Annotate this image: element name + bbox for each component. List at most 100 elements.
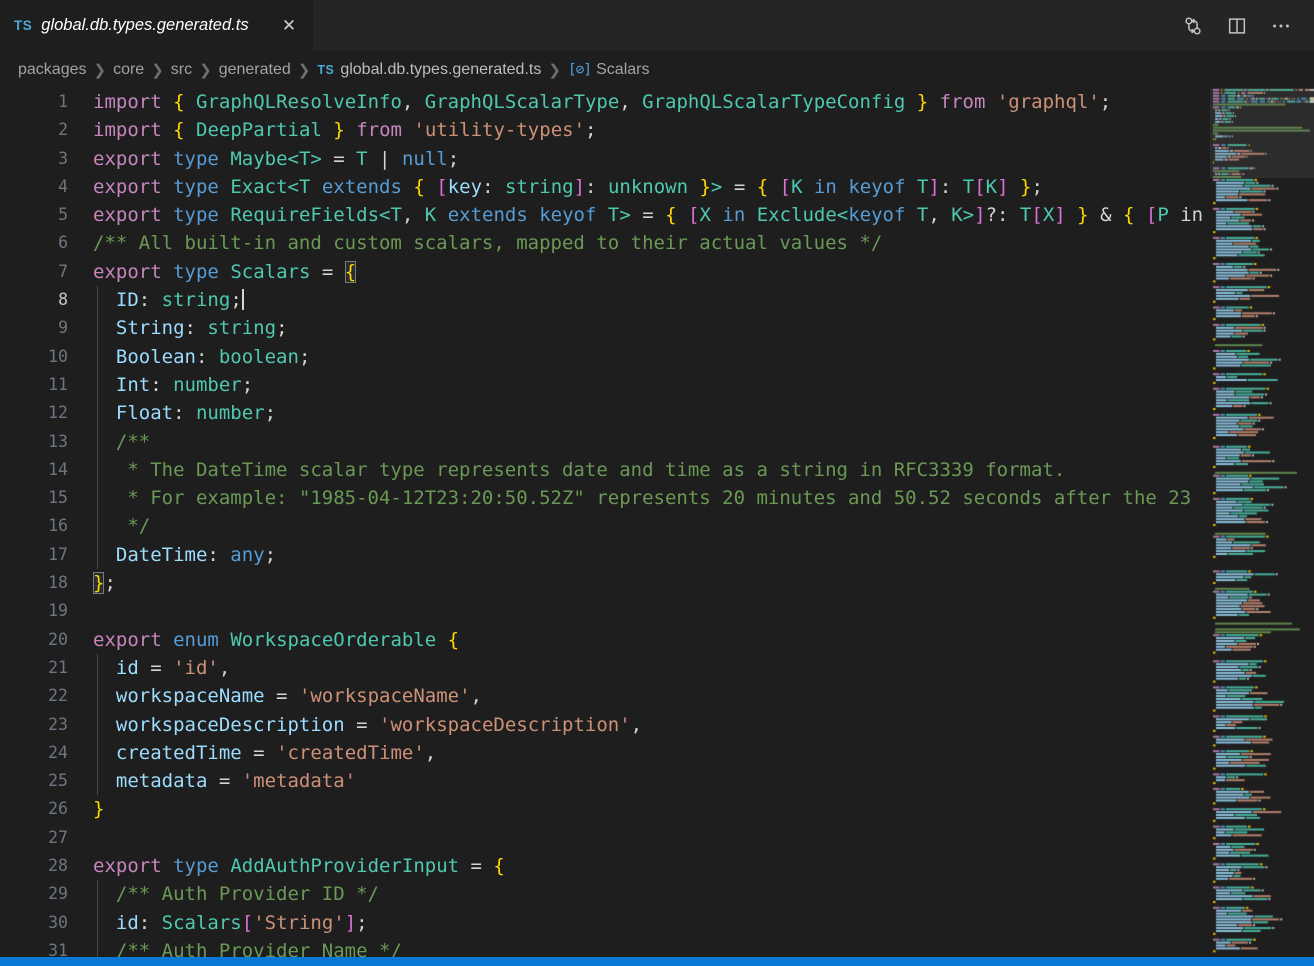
line-number[interactable]: 18 [0,569,68,597]
indent-guide [97,399,98,427]
line-number[interactable]: 4 [0,173,68,201]
line-number[interactable]: 14 [0,456,68,484]
close-icon[interactable]: ✕ [277,14,301,38]
code-text: DateTime: any; [68,541,1210,569]
code-text: export type Exact<T extends { [key: stri… [68,173,1210,201]
line-number[interactable]: 25 [0,767,68,795]
code-line[interactable]: 12 Float: number; [0,399,1210,427]
minimap-slider[interactable] [1210,88,1314,178]
code-text: export type AddAuthProviderInput = { [68,852,1210,880]
line-number[interactable]: 23 [0,711,68,739]
line-number[interactable]: 9 [0,314,68,342]
breadcrumb-label: packages [18,61,87,79]
breadcrumb-item-global-db-types-generated-ts[interactable]: TSglobal.db.types.generated.ts [317,61,541,79]
code-line[interactable]: 2import { DeepPartial } from 'utility-ty… [0,116,1210,144]
code-line[interactable]: 4export type Exact<T extends { [key: str… [0,173,1210,201]
code-line[interactable]: 19 [0,597,1210,625]
more-actions-icon[interactable] [1264,9,1298,43]
line-number[interactable]: 20 [0,626,68,654]
breadcrumb-item-generated[interactable]: generated [219,61,291,79]
typescript-file-icon: TS [14,18,32,33]
line-number[interactable]: 29 [0,880,68,908]
indent-guide [97,371,98,399]
code-text: /** Auth Provider ID */ [68,880,1210,908]
breadcrumb-item-scalars[interactable]: [⊘]Scalars [568,61,650,79]
split-editor-icon[interactable] [1220,9,1254,43]
code-line[interactable]: 15 * For example: "1985-04-12T23:20:50.5… [0,484,1210,512]
line-number[interactable]: 8 [0,286,68,314]
line-number[interactable]: 21 [0,654,68,682]
code-line[interactable]: 28export type AddAuthProviderInput = { [0,852,1210,880]
compare-changes-icon[interactable] [1176,9,1210,43]
line-number[interactable]: 16 [0,512,68,540]
line-number[interactable]: 27 [0,824,68,852]
code-line[interactable]: 17 DateTime: any; [0,541,1210,569]
code-line[interactable]: 10 Boolean: boolean; [0,343,1210,371]
indent-guide [97,739,98,767]
breadcrumb-item-src[interactable]: src [171,61,192,79]
line-number[interactable]: 7 [0,258,68,286]
chevron-right-icon: ❯ [291,61,318,79]
code-text [68,597,1210,625]
code-line[interactable]: 22 workspaceName = 'workspaceName', [0,682,1210,710]
line-number[interactable]: 19 [0,597,68,625]
code-text: /** [68,428,1210,456]
code-line[interactable]: 18}; [0,569,1210,597]
breadcrumb-item-packages[interactable]: packages [18,61,87,79]
code-line[interactable]: 20export enum WorkspaceOrderable { [0,626,1210,654]
code-line[interactable]: 9 String: string; [0,314,1210,342]
indent-guide [97,428,98,456]
code-line[interactable]: 11 Int: number; [0,371,1210,399]
code-line[interactable]: 27 [0,824,1210,852]
line-number[interactable]: 28 [0,852,68,880]
code-line[interactable]: 21 id = 'id', [0,654,1210,682]
code-line[interactable]: 14 * The DateTime scalar type represents… [0,456,1210,484]
breadcrumb-label: global.db.types.generated.ts [340,61,541,79]
line-number[interactable]: 6 [0,229,68,257]
code-text: * The DateTime scalar type represents da… [68,456,1210,484]
code-line[interactable]: 29 /** Auth Provider ID */ [0,880,1210,908]
code-line[interactable]: 16 */ [0,512,1210,540]
code-line[interactable]: 1import { GraphQLResolveInfo, GraphQLSca… [0,88,1210,116]
code-line[interactable]: 23 workspaceDescription = 'workspaceDesc… [0,711,1210,739]
indent-guide [97,711,98,739]
breadcrumb-item-core[interactable]: core [113,61,144,79]
indent-guide [97,456,98,484]
code-text: export type RequireFields<T, K extends k… [68,201,1210,229]
code-text: export enum WorkspaceOrderable { [68,626,1210,654]
tab-global-db-types[interactable]: TS global.db.types.generated.ts ✕ [0,0,313,51]
code-text: id: Scalars['String']; [68,909,1210,937]
code-line[interactable]: 13 /** [0,428,1210,456]
line-number[interactable]: 24 [0,739,68,767]
line-number[interactable]: 17 [0,541,68,569]
line-number[interactable]: 30 [0,909,68,937]
code-text: * For example: "1985-04-12T23:20:50.52Z"… [68,484,1210,512]
minimap[interactable] [1210,88,1314,957]
code-line[interactable]: 5export type RequireFields<T, K extends … [0,201,1210,229]
line-number[interactable]: 11 [0,371,68,399]
code-text: import { GraphQLResolveInfo, GraphQLScal… [68,88,1210,116]
line-number[interactable]: 12 [0,399,68,427]
line-number[interactable]: 22 [0,682,68,710]
line-number[interactable]: 2 [0,116,68,144]
chevron-right-icon: ❯ [541,61,568,79]
code-line[interactable]: 25 metadata = 'metadata' [0,767,1210,795]
editor[interactable]: 1import { GraphQLResolveInfo, GraphQLSca… [0,88,1210,966]
line-number[interactable]: 26 [0,795,68,823]
code-line[interactable]: 8 ID: string; [0,286,1210,314]
line-number[interactable]: 15 [0,484,68,512]
text-cursor [242,289,244,310]
line-number[interactable]: 13 [0,428,68,456]
line-number[interactable]: 3 [0,145,68,173]
code-line[interactable]: 3export type Maybe<T> = T | null; [0,145,1210,173]
code-line[interactable]: 26} [0,795,1210,823]
code-line[interactable]: 7export type Scalars = { [0,258,1210,286]
code-line[interactable]: 6/** All built-in and custom scalars, ma… [0,229,1210,257]
line-number[interactable]: 1 [0,88,68,116]
indent-guide [97,484,98,512]
line-number[interactable]: 5 [0,201,68,229]
code-text: createdTime = 'createdTime', [68,739,1210,767]
line-number[interactable]: 10 [0,343,68,371]
code-line[interactable]: 24 createdTime = 'createdTime', [0,739,1210,767]
code-line[interactable]: 30 id: Scalars['String']; [0,909,1210,937]
